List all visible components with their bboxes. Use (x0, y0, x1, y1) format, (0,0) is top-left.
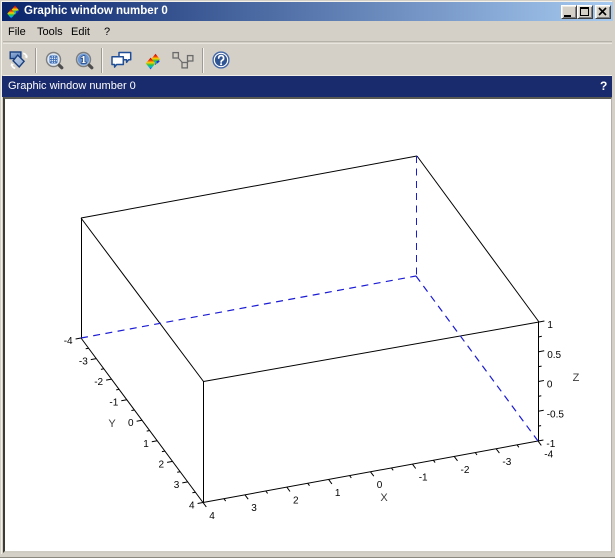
svg-text:-2: -2 (461, 465, 470, 476)
svg-text:1: 1 (335, 488, 341, 499)
svg-text:4: 4 (189, 501, 195, 512)
svg-text:3: 3 (251, 503, 257, 514)
svg-text:-4: -4 (544, 449, 553, 460)
svg-text:0: 0 (377, 480, 383, 491)
svg-text:3: 3 (174, 480, 180, 491)
svg-text:0: 0 (547, 380, 553, 391)
svg-text:Y: Y (108, 418, 116, 430)
svg-text:2: 2 (293, 496, 299, 507)
svg-text:-1: -1 (109, 398, 118, 409)
svg-text:-1: -1 (546, 439, 555, 450)
svg-text:1: 1 (547, 320, 553, 331)
svg-text:Z: Z (573, 372, 580, 384)
svg-text:0: 0 (128, 418, 134, 429)
svg-text:2: 2 (159, 459, 165, 470)
svg-text:X: X (380, 492, 388, 504)
svg-text:1: 1 (143, 439, 149, 450)
svg-text:-1: -1 (419, 473, 428, 484)
svg-text:-0.5: -0.5 (547, 409, 565, 420)
svg-text:0.5: 0.5 (547, 350, 561, 361)
svg-text:4: 4 (209, 511, 215, 522)
svg-text:-2: -2 (94, 377, 103, 388)
svg-text:-4: -4 (64, 336, 73, 347)
svg-text:-3: -3 (79, 357, 88, 368)
svg-text:-3: -3 (502, 457, 511, 468)
